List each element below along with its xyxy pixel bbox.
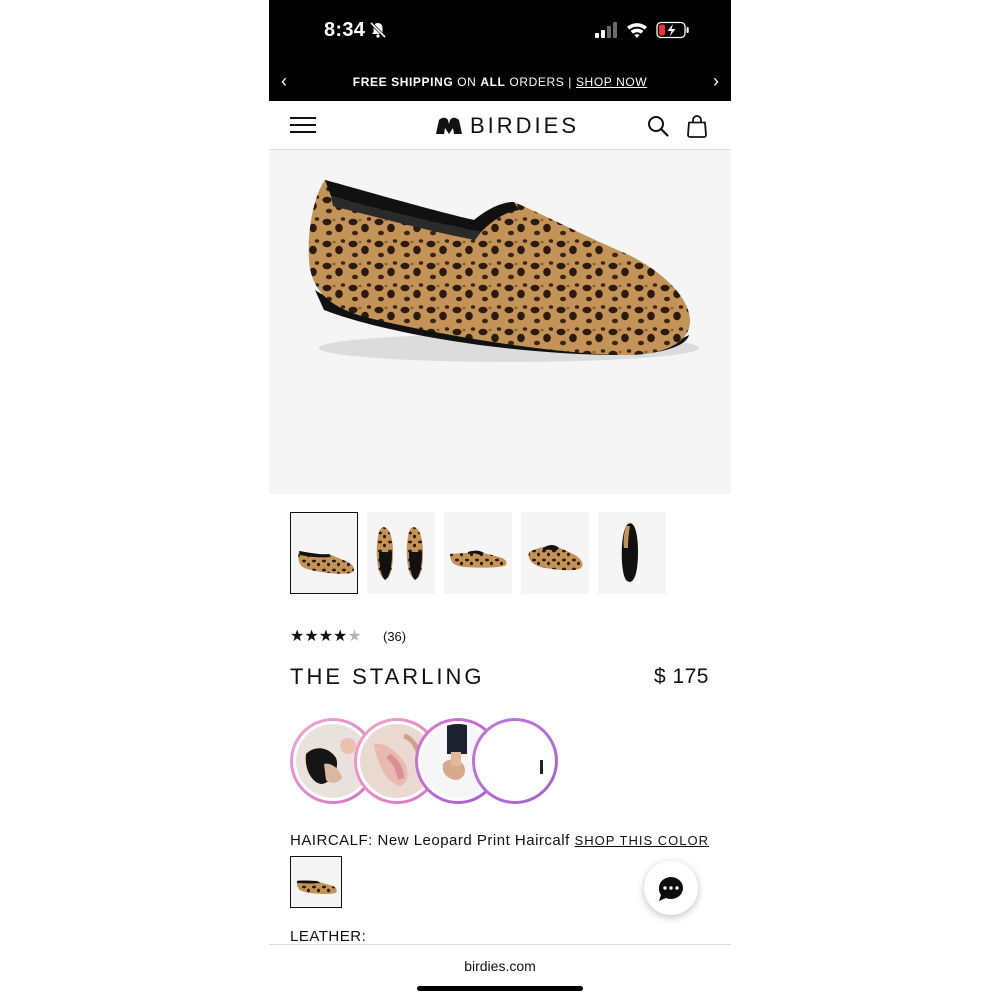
- story-bubble[interactable]: [472, 718, 558, 804]
- star-icon: ★: [333, 628, 348, 645]
- thumbnail-sole[interactable]: [598, 512, 666, 594]
- star-icon: ★: [290, 628, 305, 645]
- browser-url-bar[interactable]: birdies.com: [269, 944, 731, 1000]
- product-price: $ 175: [653, 665, 709, 688]
- announcement-bar: ‹ FREE SHIPPING ON ALL ORDERS | SHOP NOW…: [269, 62, 731, 101]
- color-swatch-leopard[interactable]: [290, 856, 342, 908]
- rating-stars[interactable]: ★★★★★: [290, 626, 362, 646]
- silent-bell-icon: [369, 21, 387, 39]
- battery-charging-icon: [656, 21, 689, 39]
- birdies-logo-icon[interactable]: [436, 116, 462, 136]
- announcement-orders: ORDERS |: [505, 75, 576, 89]
- star-icon: ★: [318, 628, 334, 645]
- search-icon[interactable]: [647, 115, 669, 137]
- announcement-free-shipping: FREE SHIPPING: [352, 75, 454, 89]
- shop-this-color-link[interactable]: SHOP THIS COLOR: [575, 833, 709, 848]
- chevron-right-icon[interactable]: ›: [713, 72, 719, 90]
- url-text[interactable]: birdies.com: [269, 958, 731, 974]
- announcement-text: FREE SHIPPING ON ALL ORDERS | SHOP NOW: [269, 75, 731, 89]
- review-count[interactable]: (36): [383, 629, 406, 644]
- cellular-signal-icon: [595, 22, 617, 38]
- site-header: BIRDIES: [269, 101, 731, 150]
- home-indicator[interactable]: [417, 986, 583, 991]
- thumbnail-top-pair[interactable]: [367, 512, 435, 594]
- leopard-loafer-image: [308, 180, 699, 362]
- thumbnail-side[interactable]: [290, 512, 358, 594]
- thumbnail-side-flat[interactable]: [444, 512, 512, 594]
- announcement-all: ALL: [480, 75, 506, 89]
- shop-now-link[interactable]: SHOP NOW: [576, 75, 647, 89]
- status-bar: 8:34: [269, 0, 731, 62]
- announcement-on: ON: [453, 75, 481, 89]
- product-title: THE STARLING: [290, 664, 485, 689]
- status-time: 8:34: [324, 19, 366, 41]
- phone-screen: 8:34 ‹ FREE SHIPPING ON ALL ORDERS | SHO…: [269, 0, 731, 1000]
- shopping-bag-icon[interactable]: [686, 114, 708, 138]
- chat-bubble-icon: [658, 877, 683, 901]
- star-icon: ★: [304, 628, 319, 645]
- thumbnail-three-quarter[interactable]: [521, 512, 589, 594]
- menu-icon[interactable]: [290, 115, 316, 135]
- wifi-icon: [627, 23, 647, 38]
- brand-wordmark[interactable]: BIRDIES: [470, 113, 579, 139]
- leather-label: LEATHER:: [290, 928, 367, 945]
- product-hero-image[interactable]: [269, 150, 731, 494]
- star-empty-icon: ★: [347, 628, 362, 645]
- chat-button[interactable]: [644, 861, 698, 915]
- color-label: HAIRCALF: New Leopard Print Haircalf: [290, 832, 570, 849]
